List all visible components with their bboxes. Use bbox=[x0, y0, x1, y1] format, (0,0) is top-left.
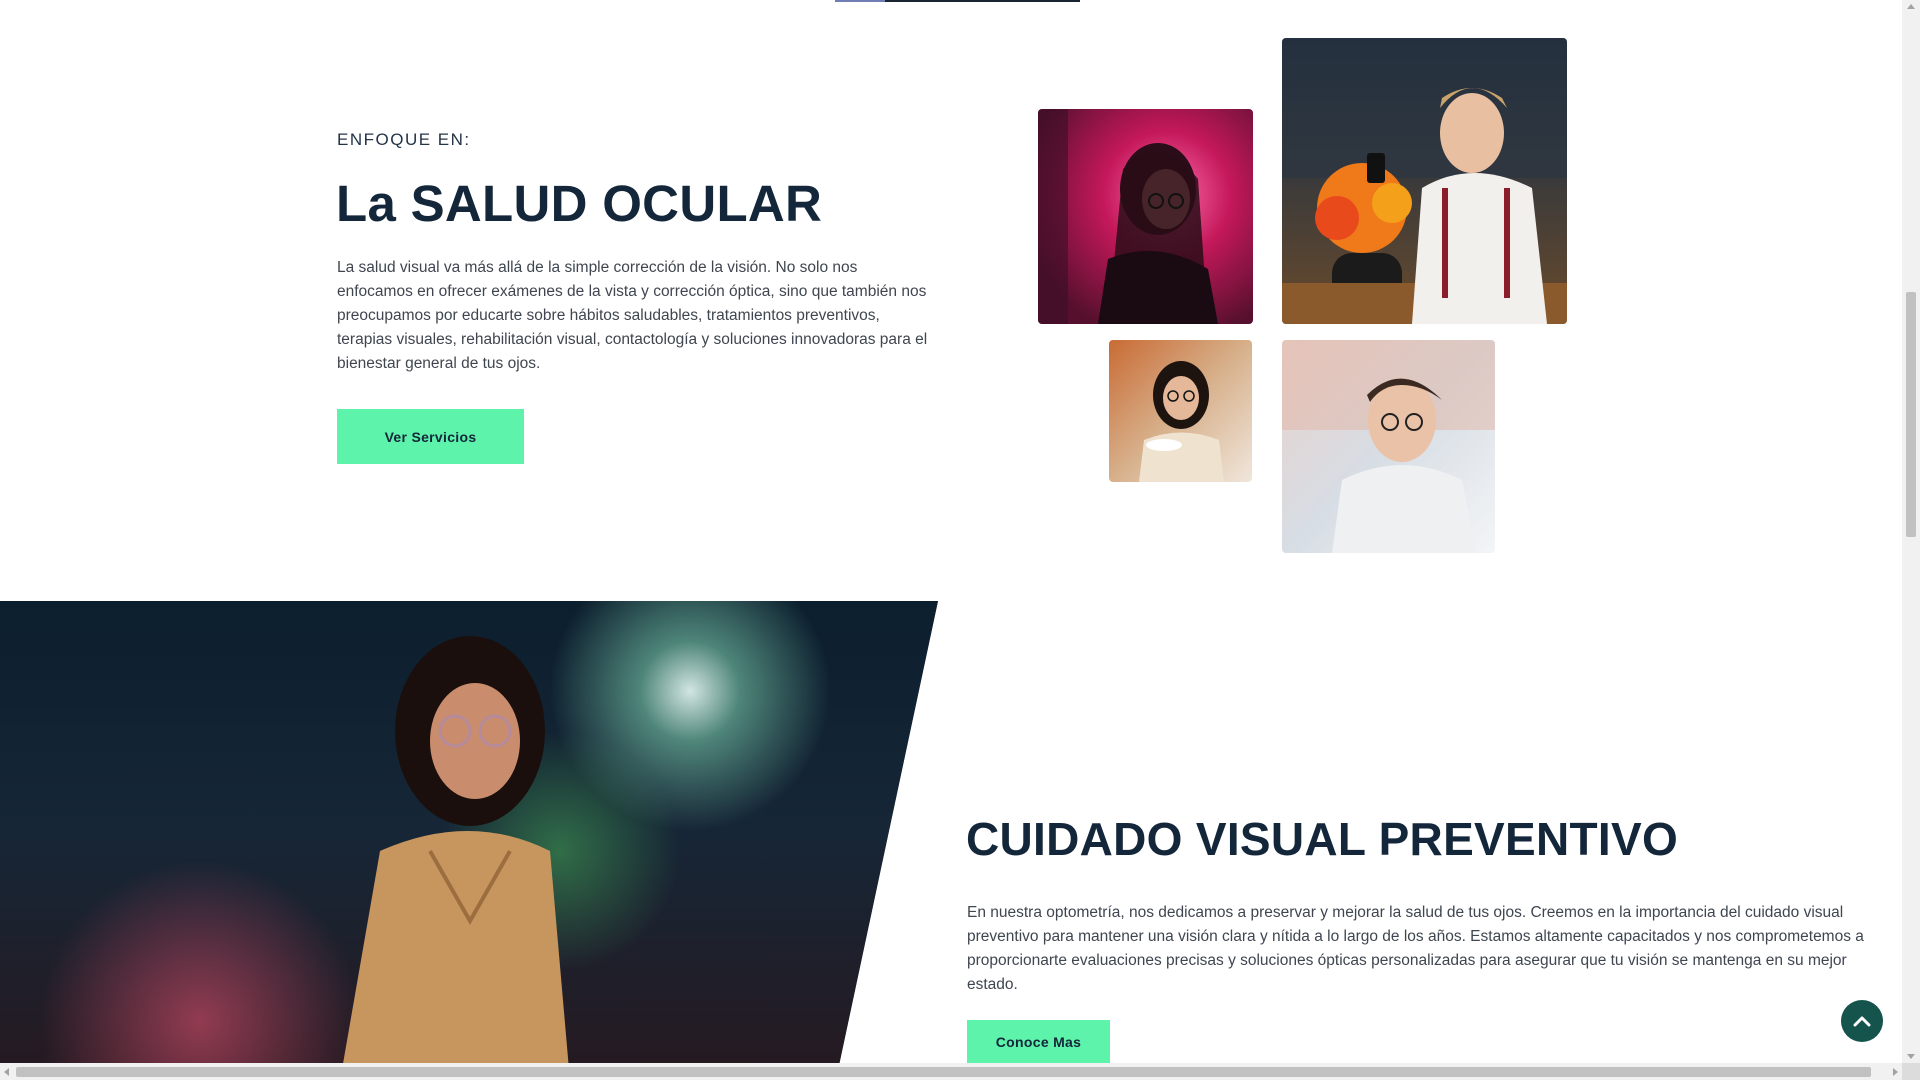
conoce-mas-button[interactable]: Conoce Mas bbox=[967, 1020, 1110, 1063]
scroll-left-arrow-icon[interactable] bbox=[4, 1068, 9, 1076]
cuidado-visual-description: En nuestra optometría, nos dedicamos a p… bbox=[967, 904, 1864, 993]
eyebrow-label: ENFOQUE EN: bbox=[337, 130, 471, 149]
horizontal-scrollbar-thumb[interactable] bbox=[16, 1067, 1871, 1077]
hero-photo-woman-night bbox=[0, 601, 938, 1063]
vertical-scrollbar[interactable] bbox=[1902, 0, 1920, 1063]
photo-woman-red-light bbox=[1038, 109, 1253, 324]
scroll-right-arrow-icon[interactable] bbox=[1893, 1068, 1898, 1076]
top-divider bbox=[835, 0, 1080, 2]
hero-figure bbox=[340, 636, 570, 1063]
chevron-up-icon bbox=[1853, 1016, 1871, 1027]
section-title-cuidado-visual: CUIDADO VISUAL PREVENTIVO bbox=[966, 813, 1679, 865]
vertical-scrollbar-thumb[interactable] bbox=[1906, 292, 1916, 537]
scroll-down-arrow-icon[interactable] bbox=[1907, 1054, 1915, 1059]
scroll-to-top-button[interactable] bbox=[1841, 1000, 1883, 1042]
ver-servicios-button[interactable]: Ver Servicios bbox=[337, 409, 524, 464]
horizontal-scrollbar[interactable] bbox=[0, 1063, 1902, 1080]
scrollbar-corner bbox=[1902, 1063, 1920, 1080]
photo-man-phone-flowers bbox=[1282, 38, 1567, 324]
salud-ocular-description: La salud visual va más allá de la simple… bbox=[337, 259, 928, 372]
page: ENFOQUE EN: La SALUD OCULAR La salud vis… bbox=[0, 0, 1902, 1063]
photo-woman-coffee bbox=[1109, 340, 1252, 482]
scroll-up-arrow-icon[interactable] bbox=[1907, 4, 1915, 9]
photo-man-hoodie bbox=[1282, 340, 1495, 553]
section-title-salud-ocular: La SALUD OCULAR bbox=[336, 175, 823, 232]
